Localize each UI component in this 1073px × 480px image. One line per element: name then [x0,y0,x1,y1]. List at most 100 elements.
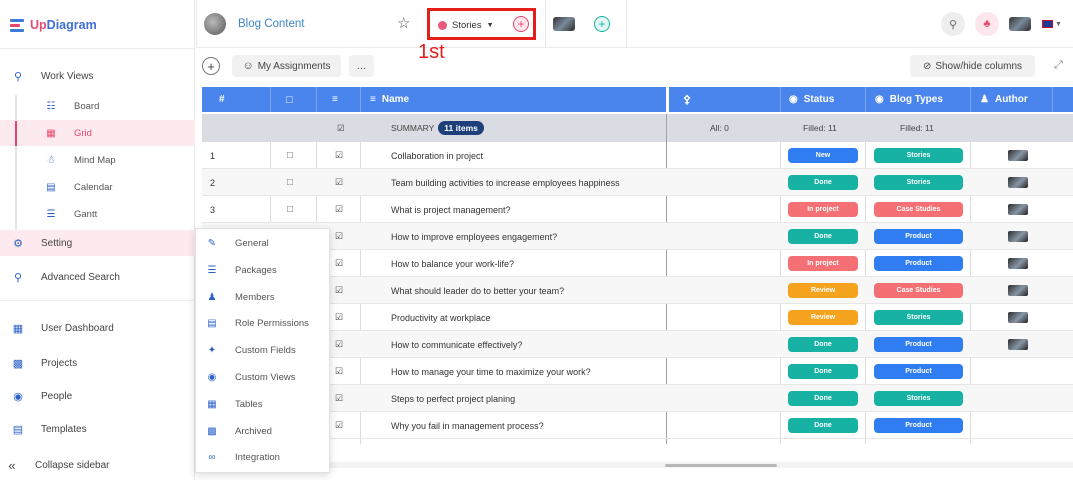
checklist-icon[interactable]: ☑ [335,412,343,439]
status-cell[interactable]: Done [788,385,858,412]
nav-advanced-search[interactable]: ⚲ Advanced Search [0,264,195,290]
checklist-column-icon[interactable]: ≡ [332,87,338,112]
settings-menu-item-members[interactable]: ♟ Members [196,284,331,311]
status-cell[interactable]: In project [788,196,858,223]
table-row[interactable]: ☑ How to balance your work-life? In projec… [202,250,1073,277]
table-row[interactable]: ☑ How to manage your time to maximize you… [202,358,1073,385]
author-cell[interactable] [1008,331,1028,358]
row-name[interactable]: Why you fail in management process? [391,412,544,439]
sidebar-item-gantt[interactable]: ☰ Gantt [0,201,195,227]
blog-type-cell[interactable]: Product [874,331,963,358]
settings-menu-item-custom-views[interactable]: ◉ Custom Views [196,364,331,391]
star-icon[interactable]: ☆ [397,14,410,32]
add-row-button[interactable]: + [202,57,220,75]
nav-people[interactable]: ◉ People [0,383,195,409]
blog-type-cell[interactable]: Stories [874,304,963,331]
row-name[interactable]: Steps to perfect project planing [391,385,515,412]
status-cell[interactable]: New [788,142,858,169]
header-author[interactable]: ♟ Author [980,87,1028,112]
nav-work-views[interactable]: ⚲ Work Views [0,63,195,89]
comment-column-icon[interactable]: □ [286,87,293,112]
settings-menu-item-tables[interactable]: ▦ Tables [196,391,331,418]
row-name[interactable]: How to improve employees engagement? [391,223,557,250]
checklist-icon[interactable]: ☑ [335,331,343,358]
blog-type-cell[interactable]: Stories [874,169,963,196]
status-cell[interactable]: Review [788,277,858,304]
row-name[interactable]: Team building activities to increase emp… [391,169,620,196]
nav-setting[interactable]: ⚙ Setting [0,230,195,256]
status-cell[interactable]: Done [788,331,858,358]
blog-type-cell[interactable]: Stories [874,142,963,169]
author-cell[interactable] [1008,304,1028,331]
add-project-plus-icon[interactable]: + [594,16,610,32]
row-name[interactable]: What is project management? [391,196,511,223]
blog-type-cell[interactable]: Case Studies [874,277,963,304]
blog-type-cell[interactable]: Product [874,412,963,439]
author-cell[interactable] [1008,169,1028,196]
checklist-icon[interactable]: ☑ [335,385,343,412]
header-status[interactable]: ◉ Status [789,87,834,112]
checklist-icon[interactable]: ☑ [335,304,343,331]
header-name[interactable]: ≡ Name [370,87,409,112]
author-cell[interactable] [1008,250,1028,277]
comment-icon[interactable]: □ [287,169,293,196]
blog-type-cell[interactable]: Product [874,250,963,277]
show-hide-columns-button[interactable]: ⊘ Show/hide columns [910,55,1035,77]
collapse-sidebar-button[interactable]: « Collapse sidebar [0,452,195,478]
status-cell[interactable]: Done [788,412,858,439]
author-cell[interactable] [1008,223,1028,250]
notification-button[interactable]: ♣ [975,12,999,36]
breadcrumb-title[interactable]: Blog Content [238,18,305,30]
table-row[interactable]: ☑ Steps to perfect project planing Done Sto… [202,385,1073,412]
comment-icon[interactable]: □ [287,196,293,223]
checklist-icon[interactable]: ☑ [335,196,343,223]
project-thumbnail[interactable] [553,17,575,31]
checklist-icon[interactable]: ☑ [335,277,343,304]
settings-menu-item-integration[interactable]: ∞ Integration [196,444,331,471]
author-cell[interactable] [1008,196,1028,223]
row-name[interactable]: Collaboration in project [391,142,483,169]
nav-templates[interactable]: ▤ Templates [0,416,195,442]
header-blog-types[interactable]: ◉ Blog Types [875,87,943,112]
author-cell[interactable] [1008,142,1028,169]
sidebar-item-mind-map[interactable]: ☃ Mind Map [0,147,195,173]
settings-menu-item-packages[interactable]: ☰ Packages [196,257,331,284]
table-row[interactable]: ☑ How to communicate effectively? Done Prod… [202,331,1073,358]
header-number[interactable]: # [219,87,225,112]
blog-type-cell[interactable]: Product [874,358,963,385]
status-cell[interactable]: Done [788,358,858,385]
status-cell[interactable]: Done [788,169,858,196]
more-options-button[interactable]: … [349,55,374,77]
table-row[interactable]: 1 □ ☑ Collaboration in project New Stories [202,142,1073,169]
settings-menu-item-archived[interactable]: ▩ Archived [196,418,331,445]
row-name[interactable]: What should leader do to better your tea… [391,277,564,304]
attachment-column-icon[interactable]: ⚴ [683,87,691,112]
table-row[interactable]: ☑ Why you fail in management process? Done… [202,412,1073,439]
status-cell[interactable]: Review [788,304,858,331]
table-row[interactable]: 2 □ ☑ Team building activities to increase … [202,169,1073,196]
nav-projects[interactable]: ▩ Projects [0,350,195,376]
sidebar-item-grid[interactable]: ▦ Grid [0,120,195,146]
sidebar-item-board[interactable]: ☷ Board [0,93,195,119]
settings-menu-item-custom-fields[interactable]: ✦ Custom Fields [196,337,331,364]
app-logo[interactable]: UpDiagram [10,15,97,35]
language-switcher[interactable]: ▼ [1042,18,1062,28]
table-row[interactable]: ☑ What should leader do to better your te… [202,277,1073,304]
nav-user-dashboard[interactable]: ▦ User Dashboard [0,315,195,341]
status-cell[interactable]: Done [788,223,858,250]
checklist-icon[interactable]: ☑ [335,169,343,196]
blog-type-cell[interactable]: Stories [874,385,963,412]
row-name[interactable]: How to manage your time to maximize your… [391,358,591,385]
author-cell[interactable] [1008,277,1028,304]
blog-type-cell[interactable]: Product [874,223,963,250]
my-assignments-button[interactable]: ☺ My Assignments [232,55,341,77]
checklist-icon[interactable]: ☑ [335,250,343,277]
sidebar-item-calendar[interactable]: ▤ Calendar [0,174,195,200]
fullscreen-icon[interactable]: ⤢ [1054,59,1063,72]
user-avatar[interactable] [1009,17,1031,31]
row-name[interactable]: How to communicate effectively? [391,331,522,358]
table-row[interactable]: ☑ Productivity at workplace Review Stories [202,304,1073,331]
blog-type-cell[interactable]: Case Studies [874,196,963,223]
table-row[interactable]: ☑ How to improve employees engagement? Don… [202,223,1073,250]
checklist-icon[interactable]: ☑ [335,142,343,169]
